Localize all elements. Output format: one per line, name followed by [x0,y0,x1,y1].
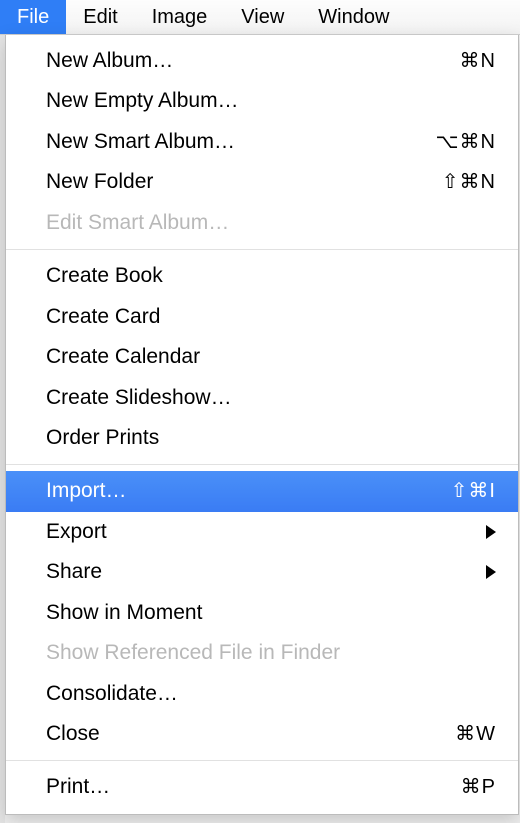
menu-item-accessory: ⇧⌘N [442,168,496,197]
menubar-item-label: View [241,6,284,29]
menu-item-accessory [486,525,496,539]
menu-item-label: Export [46,517,107,547]
menu-item-label: New Empty Album… [46,86,239,116]
menubar-item-window[interactable]: Window [301,0,406,34]
menubar: File Edit Image View Window [0,0,520,35]
menu-item-label: Create Calendar [46,342,200,372]
menu-item-new-folder[interactable]: New Folder ⇧⌘N [6,162,518,202]
menu-item-label: Close [46,719,100,749]
menu-item-accessory: ⌘P [461,773,496,802]
menu-separator [6,464,518,465]
menu-item-close[interactable]: Close ⌘W [6,714,518,754]
menu-item-show-referenced-file-in-finder: Show Referenced File in Finder [6,633,518,673]
menubar-item-view[interactable]: View [224,0,301,34]
menu-item-new-smart-album[interactable]: New Smart Album… ⌥⌘N [6,122,518,162]
menu-item-export[interactable]: Export [6,512,518,552]
menu-item-shortcut: ⌥⌘N [436,128,497,157]
menu-item-create-card[interactable]: Create Card [6,297,518,337]
submenu-arrow-icon [486,565,496,579]
menu-item-new-empty-album[interactable]: New Empty Album… [6,81,518,121]
menu-item-label: Create Card [46,302,160,332]
menu-item-accessory: ⌘W [455,720,496,749]
menu-item-shortcut: ⌘P [461,773,496,802]
menu-item-create-book[interactable]: Create Book [6,256,518,296]
menu-item-label: Create Slideshow… [46,383,232,413]
menubar-item-label: Image [152,6,208,29]
menu-item-label: New Smart Album… [46,127,235,157]
menu-item-label: Consolidate… [46,679,178,709]
menu-item-label: Share [46,557,102,587]
file-dropdown-menu: New Album… ⌘N New Empty Album… New Smart Al… [5,35,519,815]
menu-item-label: Print… [46,772,110,802]
menu-separator [6,760,518,761]
menu-item-label: New Album… [46,46,173,76]
menu-item-create-calendar[interactable]: Create Calendar [6,337,518,377]
menu-item-shortcut: ⇧⌘N [442,168,496,197]
menubar-item-label: Edit [83,6,117,29]
menu-item-accessory: ⌥⌘N [436,128,497,157]
menubar-item-label: File [17,6,49,29]
menu-item-label: Order Prints [46,423,159,453]
menu-item-label: Show in Moment [46,598,202,628]
menu-item-label: Create Book [46,261,163,291]
menu-item-accessory [486,565,496,579]
menu-item-shortcut: ⇧⌘I [451,477,496,506]
menu-item-label: Edit Smart Album… [46,208,229,238]
menu-item-shortcut: ⌘W [455,720,496,749]
menubar-item-edit[interactable]: Edit [66,0,134,34]
menubar-item-image[interactable]: Image [135,0,225,34]
submenu-arrow-icon [486,525,496,539]
menu-item-accessory: ⇧⌘I [451,477,496,506]
menu-item-share[interactable]: Share [6,552,518,592]
menu-separator [6,249,518,250]
menu-item-label: New Folder [46,167,153,197]
menu-item-label: Import… [46,476,127,506]
menubar-item-file[interactable]: File [0,0,66,34]
menu-item-order-prints[interactable]: Order Prints [6,418,518,458]
menu-item-new-album[interactable]: New Album… ⌘N [6,41,518,81]
menu-item-accessory: ⌘N [460,47,496,76]
menu-item-show-in-moment[interactable]: Show in Moment [6,593,518,633]
menu-item-label: Show Referenced File in Finder [46,638,340,668]
menu-item-edit-smart-album: Edit Smart Album… [6,203,518,243]
menu-item-import[interactable]: Import… ⇧⌘I [6,471,518,511]
menu-item-print[interactable]: Print… ⌘P [6,767,518,807]
menubar-item-label: Window [318,6,389,29]
menu-item-shortcut: ⌘N [460,47,496,76]
menu-item-create-slideshow[interactable]: Create Slideshow… [6,378,518,418]
menu-item-consolidate[interactable]: Consolidate… [6,674,518,714]
